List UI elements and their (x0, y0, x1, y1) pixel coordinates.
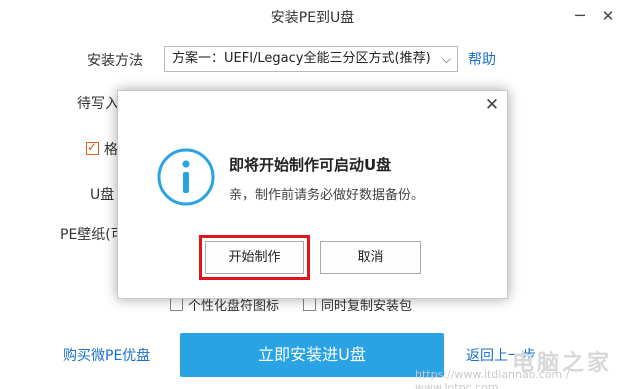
udisk-label: U盘 (90, 187, 115, 203)
format-label: 格 (104, 142, 118, 158)
window-close-button[interactable]: ✕ (599, 7, 617, 25)
minimize-button[interactable]: ─ (571, 7, 589, 25)
watermark-url: https://www.itdiannao.com / www.lotpc.co… (415, 368, 570, 389)
format-checkbox[interactable] (86, 140, 99, 155)
personalize-checkbox[interactable] (170, 298, 183, 311)
window-title: 安装PE到U盘 (270, 10, 355, 26)
wallpaper-label: PE壁纸(可 (60, 227, 125, 243)
help-link[interactable]: 帮助 (468, 49, 496, 69)
install-to-usb-button[interactable]: 立即安装进U盘 (180, 333, 444, 377)
install-method-value: 方案一：UEFI/Legacy全能三分区方式(推荐) (172, 51, 431, 66)
dialog-close-button[interactable]: ✕ (483, 95, 501, 115)
chevron-down-icon: ⌵ (441, 52, 451, 66)
write-target-label: 待写入 (77, 96, 119, 112)
buy-usb-link[interactable]: 购买微PE优盘 (63, 345, 150, 365)
copy-package-checkbox[interactable] (303, 298, 316, 311)
cancel-button[interactable]: 取消 (320, 241, 421, 274)
start-making-button[interactable]: 开始制作 (205, 241, 304, 274)
dialog-heading: 即将开始制作可启动U盘 (229, 156, 392, 174)
install-method-select[interactable]: 方案一：UEFI/Legacy全能三分区方式(推荐) ⌵ (164, 46, 458, 72)
confirm-dialog: ✕ 即将开始制作可启动U盘 亲，制作前请务必做好数据备份。 开始制作 取消 (117, 90, 508, 299)
installer-window: 安装PE到U盘 ─ ✕ 安装方法 方案一：UEFI/Legacy全能三分区方式(… (0, 0, 625, 389)
install-method-label: 安装方法 (87, 53, 143, 69)
dialog-description: 亲，制作前请务必做好数据备份。 (229, 188, 425, 203)
info-icon (157, 148, 215, 206)
